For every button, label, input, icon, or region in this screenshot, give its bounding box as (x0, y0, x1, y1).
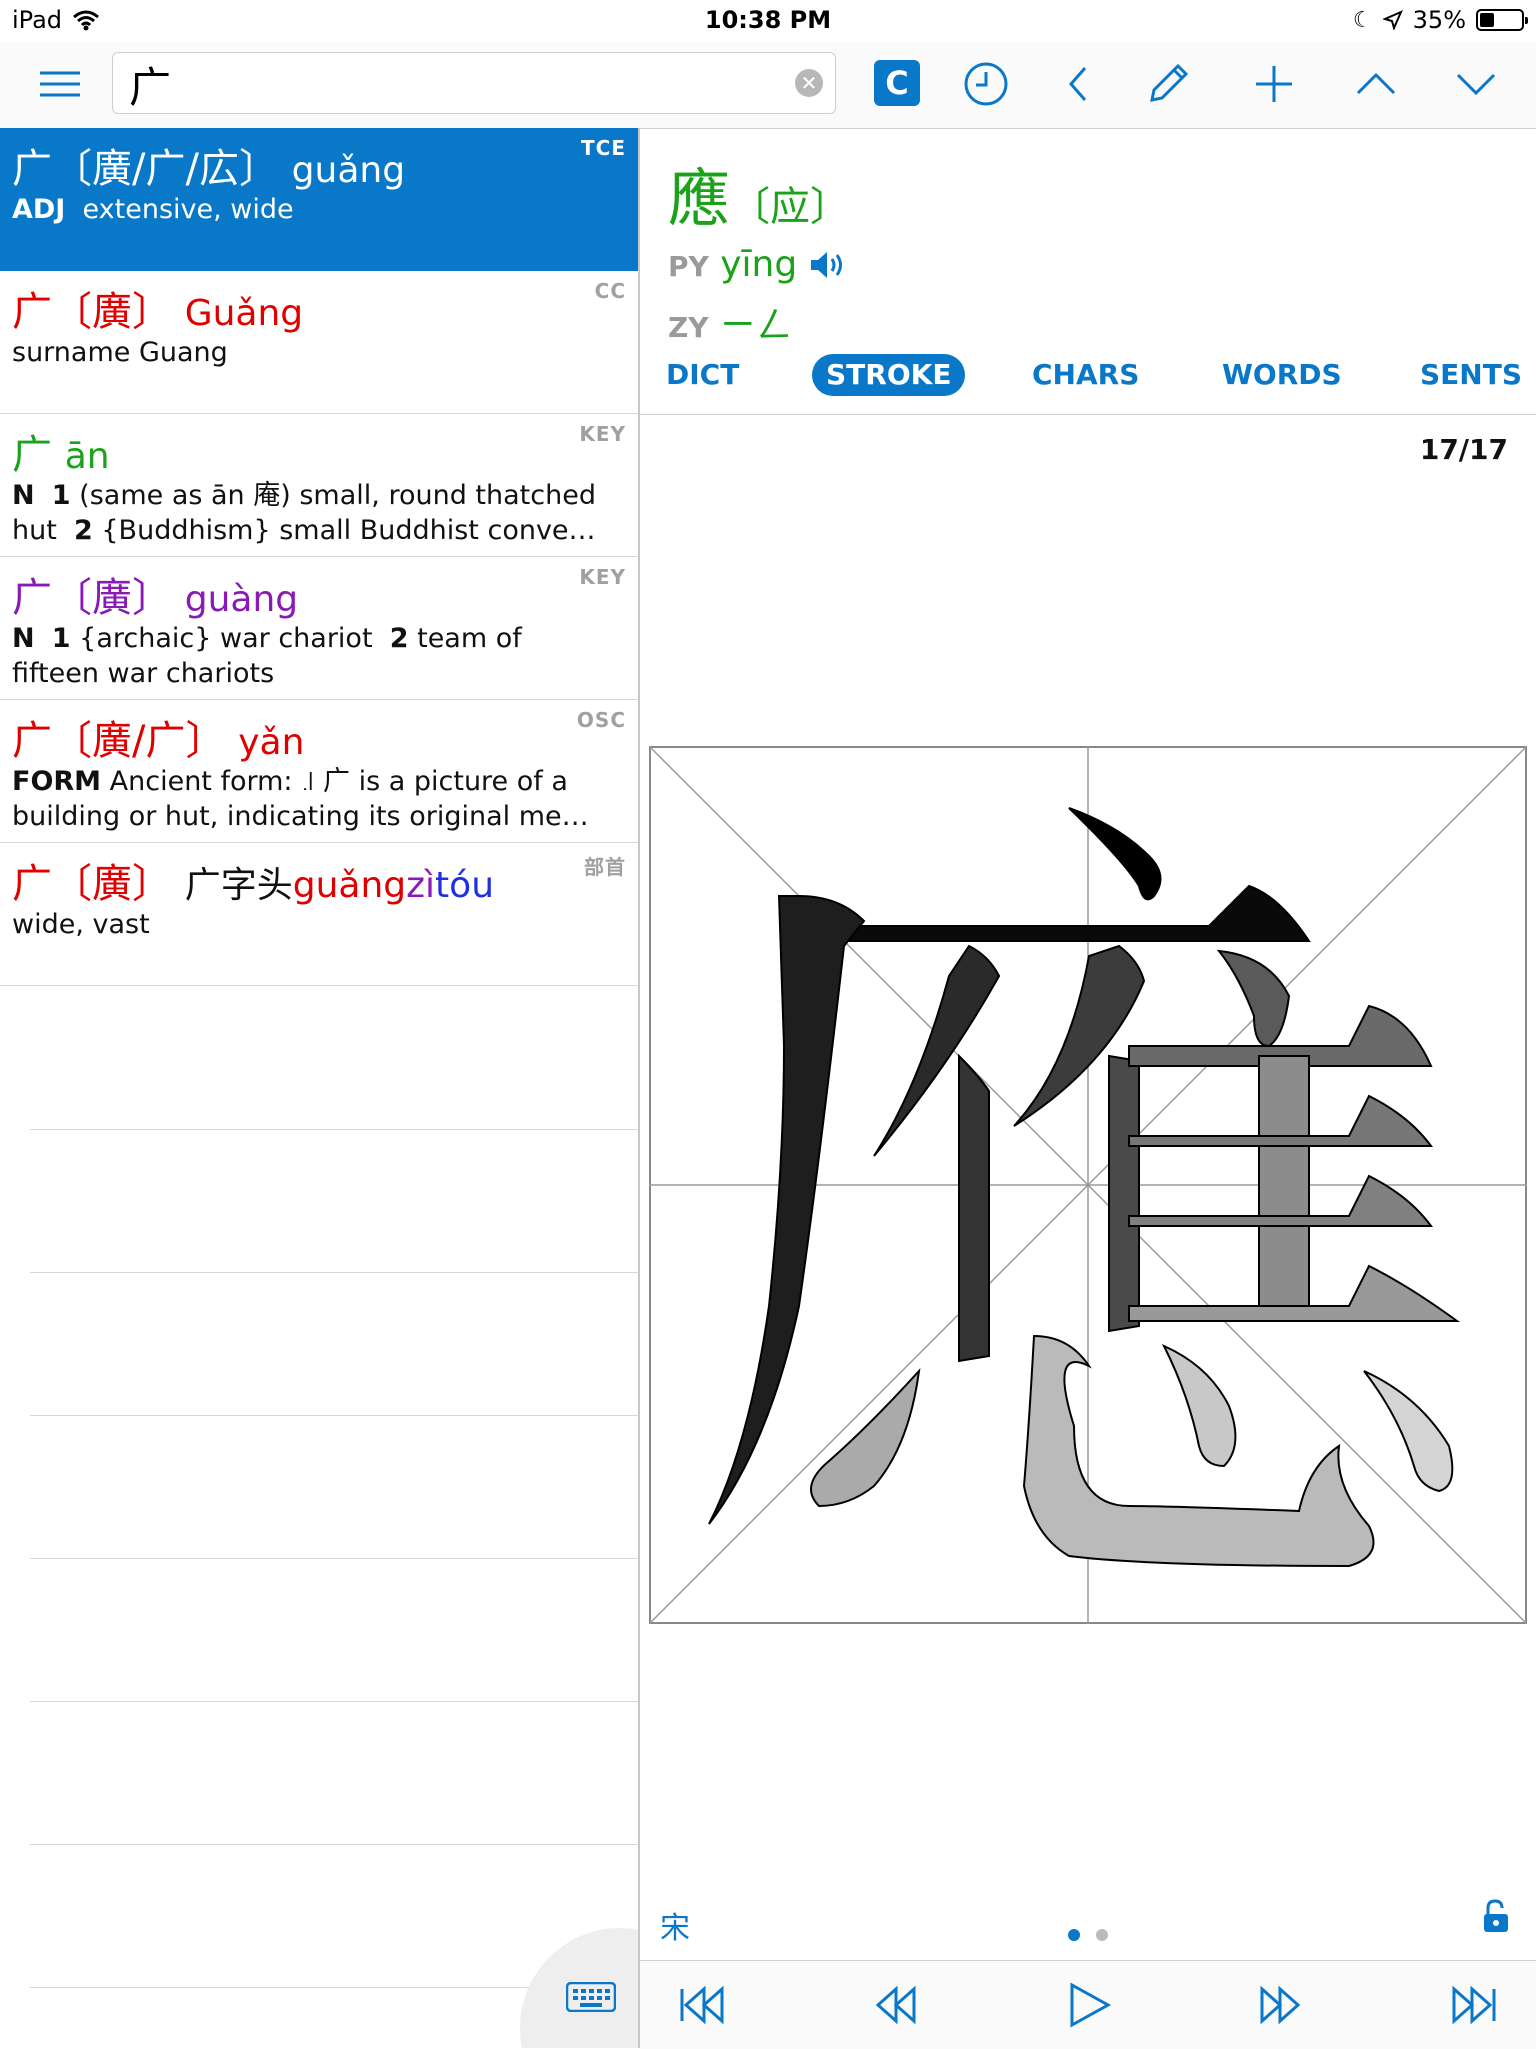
stroke-order-canvas[interactable] (649, 746, 1527, 1624)
font-label[interactable]: 宋 (660, 1903, 690, 1947)
location-icon (1382, 10, 1403, 30)
back-icon[interactable] (1050, 56, 1106, 112)
result-item-5[interactable]: 广〔廣/广〕 yǎn OSC FORM Ancient form: ꜌ 广 is… (0, 700, 638, 843)
tab-sents[interactable]: SENTS (1420, 354, 1522, 396)
result-definition: N 1 (same as ān 庵) small, round thatched… (12, 480, 596, 546)
page-indicator (1060, 1926, 1116, 1945)
result-headword: 广〔廣/广/広〕 guǎng (12, 146, 406, 192)
toolbar: ✕ C (0, 42, 1536, 129)
result-definition: ADJ extensive, wide (12, 194, 294, 225)
playback-bar (640, 1960, 1536, 2049)
add-icon[interactable] (1246, 56, 1302, 112)
list-divider (30, 1272, 638, 1273)
menu-icon[interactable] (32, 56, 88, 112)
pinyin-row: PY yīng (668, 244, 847, 285)
detail-simplified: 〔应〕 (730, 183, 851, 230)
result-source: OSC (576, 708, 626, 732)
battery-fill (1480, 13, 1494, 27)
result-headword: 广〔廣〕 guàng (12, 575, 299, 621)
result-definition: wide, vast (12, 909, 150, 940)
search-box[interactable]: ✕ (112, 52, 836, 114)
result-item-3[interactable]: 广 ān KEY N 1 (same as ān 庵) small, round… (0, 414, 638, 557)
page-dot-active (1068, 1929, 1080, 1941)
tab-dict[interactable]: DICT (666, 354, 739, 396)
history-icon[interactable] (958, 56, 1014, 112)
play-icon[interactable] (1060, 1977, 1116, 2033)
detail-pane: 應〔应〕 PY yīng ZY ㄧㄥ DICT STROKE CHARS WOR… (640, 128, 1536, 2049)
detail-tabs: DICT STROKE CHARS WORDS SENTS (640, 354, 1536, 404)
page-dot (1096, 1929, 1108, 1941)
detail-character: 應〔应〕 (668, 162, 851, 235)
down-icon[interactable] (1448, 56, 1504, 112)
battery-percent: 35% (1412, 6, 1466, 34)
status-bar: iPad 10:38 PM ☾ 35% (0, 0, 1536, 42)
result-definition: N 1 {archaic} war chariot 2 team of fift… (12, 623, 522, 689)
results-list: 广〔廣/广/広〕 guǎng TCE ADJ extensive, wide 广… (0, 128, 640, 2048)
result-item-4[interactable]: 广〔廣〕 guàng KEY N 1 {archaic} war chariot… (0, 557, 638, 700)
stroke-counter: 17/17 (1419, 433, 1508, 466)
result-source: TCE (581, 136, 626, 160)
result-headword: 广〔廣/广〕 yǎn (12, 718, 305, 764)
result-definition: surname Guang (12, 337, 228, 368)
detail-pinyin: yīng (720, 244, 798, 285)
result-headword: 广 ān (12, 432, 110, 478)
first-stroke-icon[interactable] (674, 1977, 730, 2033)
next-stroke-icon[interactable] (1252, 1977, 1308, 2033)
tab-chars[interactable]: CHARS (1032, 354, 1139, 396)
tab-words[interactable]: WORDS (1222, 354, 1342, 396)
clear-icon[interactable]: ✕ (795, 69, 823, 97)
tab-divider (640, 414, 1536, 415)
tab-stroke[interactable]: STROKE (812, 354, 966, 396)
result-item-2[interactable]: 广〔廣〕 Guǎng CC surname Guang (0, 271, 638, 414)
list-divider (30, 1129, 638, 1130)
detail-zhuyin: ㄧㄥ (720, 305, 793, 346)
list-divider (30, 1558, 638, 1559)
result-headword: 广〔廣〕 Guǎng (12, 289, 304, 335)
edit-icon[interactable] (1140, 56, 1196, 112)
battery-icon (1476, 9, 1528, 31)
speaker-icon[interactable] (809, 250, 847, 280)
result-item-1[interactable]: 广〔廣/广/広〕 guǎng TCE ADJ extensive, wide (0, 128, 638, 271)
list-divider (30, 1701, 638, 1702)
moon-icon: ☾ (1352, 7, 1373, 33)
up-icon[interactable] (1348, 56, 1404, 112)
result-source: CC (594, 279, 626, 303)
status-time: 10:38 PM (704, 6, 832, 34)
result-source: 部首 (584, 855, 626, 879)
keyboard-icon[interactable] (566, 1982, 616, 2012)
result-headword: 广〔廣〕 广字头guǎngzìtóu (12, 861, 495, 907)
lock-icon[interactable] (1476, 1898, 1512, 1934)
result-source: KEY (579, 422, 626, 446)
prev-stroke-icon[interactable] (868, 1977, 924, 2033)
status-right: ☾ 35% (1352, 6, 1528, 34)
list-divider (30, 1844, 638, 1845)
search-input[interactable] (127, 57, 771, 111)
last-stroke-icon[interactable] (1446, 1977, 1502, 2033)
result-definition: FORM Ancient form: ꜌ 广 is a picture of a… (12, 766, 589, 832)
zhuyin-row: ZY ㄧㄥ (668, 305, 793, 346)
result-source: KEY (579, 565, 626, 589)
c-button[interactable]: C (874, 60, 920, 106)
list-divider (30, 1415, 638, 1416)
result-item-6[interactable]: 广〔廣〕 广字头guǎngzìtóu 部首 wide, vast (0, 843, 638, 986)
